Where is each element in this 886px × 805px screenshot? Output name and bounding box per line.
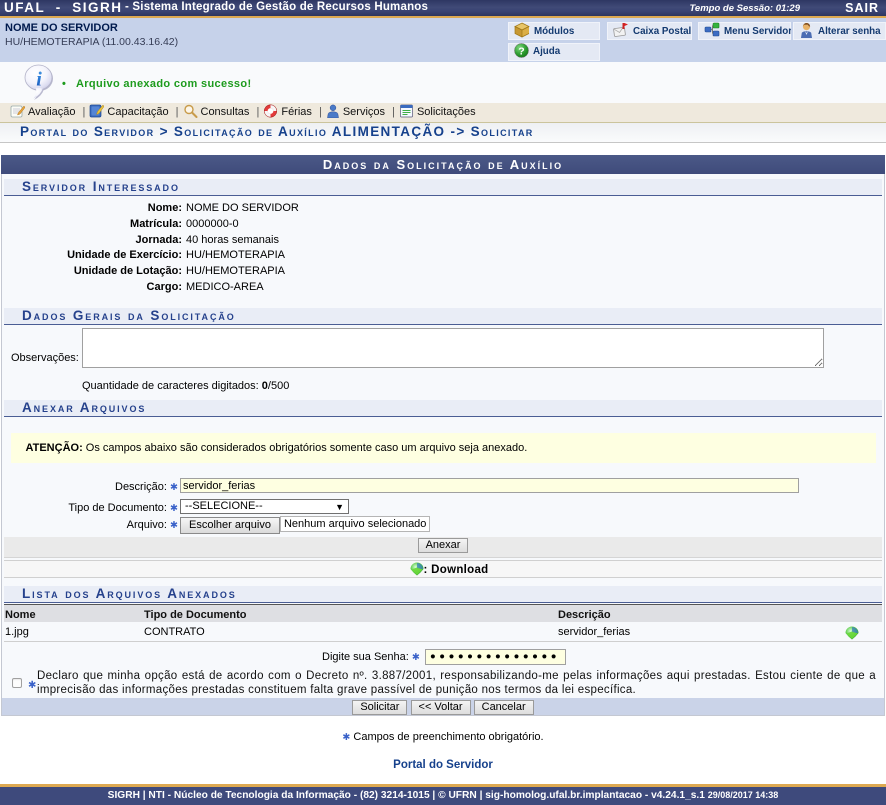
svg-text:?: ? [518, 46, 524, 58]
svg-text:i: i [36, 68, 42, 90]
